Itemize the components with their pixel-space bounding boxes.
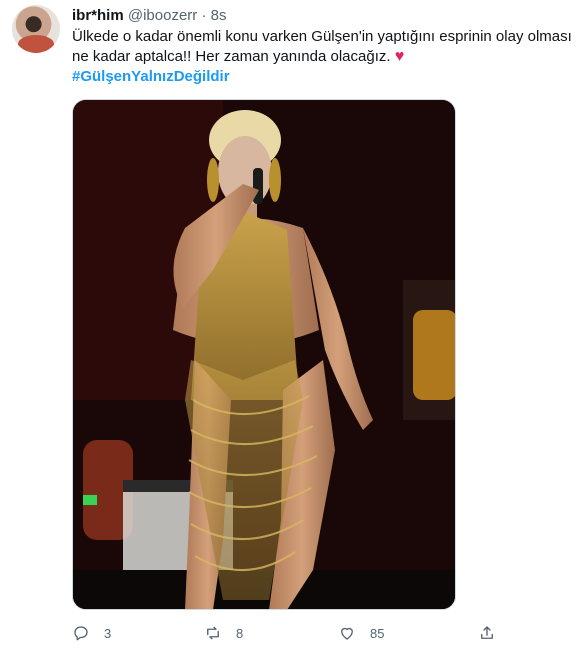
- tweet-photo[interactable]: [72, 99, 456, 610]
- tweet-text: Ülkede o kadar önemli konu varken Gülşen…: [72, 27, 572, 87]
- share-button[interactable]: [478, 620, 496, 646]
- share-icon: [481, 626, 493, 639]
- reply-count: 3: [104, 625, 112, 641]
- like-count: 85: [370, 625, 385, 641]
- tweet-actions: 3 8 85: [72, 620, 512, 646]
- display-name[interactable]: ibr*him: [72, 7, 124, 24]
- like-button[interactable]: 85: [338, 620, 384, 646]
- separator: ·: [201, 7, 207, 24]
- retweet-button[interactable]: 8: [204, 620, 243, 646]
- tweet-header: ibr*him @iboozerr · 8s: [72, 6, 226, 26]
- reply-button[interactable]: 3: [72, 620, 111, 646]
- avatar[interactable]: [12, 5, 60, 53]
- reply-icon: [74, 626, 88, 641]
- user-handle[interactable]: @iboozerr: [128, 7, 197, 24]
- timestamp[interactable]: 8s: [211, 7, 227, 24]
- heart-icon: [341, 627, 353, 640]
- tweet-text-line: Ülkede o kadar önemli konu varken Gülşen…: [72, 28, 572, 45]
- heart-emoji-icon: ♥: [394, 48, 405, 65]
- hashtag-link[interactable]: #GülşenYalnızDeğildir: [72, 68, 230, 85]
- tweet[interactable]: ibr*him @iboozerr · 8s Ülkede o kadar ön…: [0, 0, 583, 655]
- retweet-icon: [207, 626, 219, 640]
- tweet-text-line: ne kadar aptalca!! Her zaman yanında ola…: [72, 48, 391, 65]
- concert-photo: [73, 100, 455, 609]
- retweet-count: 8: [236, 625, 244, 641]
